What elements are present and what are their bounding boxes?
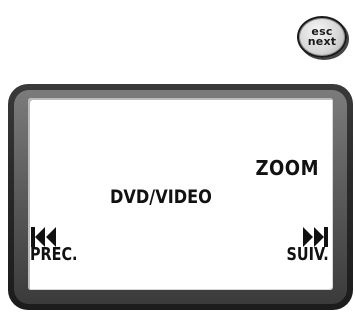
esc-next-button[interactable]: esc next bbox=[297, 16, 347, 58]
next-label: SUIV. bbox=[286, 244, 329, 265]
esc-button-label-line2: next bbox=[307, 35, 337, 48]
next-button[interactable]: SUIV. bbox=[276, 226, 329, 264]
device-display-frame: ZOOM DVD/VIDEO PREC. SUIV. bbox=[8, 84, 353, 310]
display-screen: ZOOM DVD/VIDEO PREC. SUIV. bbox=[28, 98, 333, 290]
mode-label: DVD/VIDEO bbox=[110, 186, 212, 208]
previous-button[interactable]: PREC. bbox=[30, 226, 89, 264]
zoom-label[interactable]: ZOOM bbox=[255, 156, 319, 180]
previous-label: PREC. bbox=[30, 244, 78, 265]
